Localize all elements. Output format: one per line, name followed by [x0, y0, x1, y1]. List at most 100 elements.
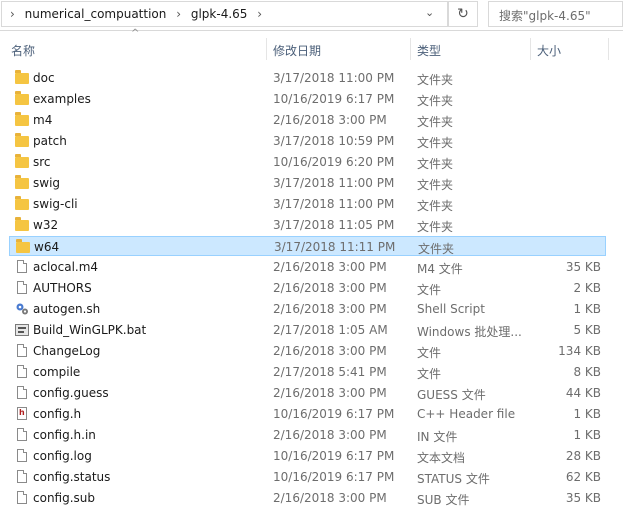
- file-type: 文件夹: [417, 94, 454, 108]
- file-row[interactable]: config.guess 2/16/2018 3:00 PM GUESS 文件 44 …: [9, 383, 606, 403]
- file-date: 10/16/2019 6:17 PM: [273, 449, 395, 463]
- file-size: 35 KB: [565, 260, 601, 274]
- file-size: 1 KB: [573, 428, 601, 442]
- column-header-date[interactable]: 修改日期: [273, 42, 321, 59]
- column-divider[interactable]: [266, 38, 267, 60]
- file-name: config.guess: [33, 386, 109, 400]
- breadcrumb-separator: ›: [176, 7, 182, 21]
- folder-icon: [15, 112, 29, 126]
- file-type: SUB 文件: [417, 493, 470, 507]
- search-box[interactable]: 搜索"glpk-4.65": [488, 1, 623, 27]
- file-type: GUESS 文件: [417, 388, 486, 402]
- file-date: 2/16/2018 3:00 PM: [273, 344, 387, 358]
- file-row[interactable]: m4 2/16/2018 3:00 PM 文件夹: [9, 110, 606, 130]
- file-row[interactable]: examples 10/16/2019 6:17 PM 文件夹: [9, 89, 606, 109]
- file-type: 文件夹: [417, 199, 454, 213]
- file-date: 3/17/2018 11:00 PM: [273, 71, 395, 85]
- file-row[interactable]: w32 3/17/2018 11:05 PM 文件夹: [9, 215, 606, 235]
- file-date: 2/16/2018 3:00 PM: [273, 491, 387, 505]
- file-size: 44 KB: [565, 386, 601, 400]
- folder-icon: [15, 91, 29, 105]
- file-type: 文件夹: [417, 115, 454, 129]
- file-row[interactable]: patch 3/17/2018 10:59 PM 文件夹: [9, 131, 606, 151]
- file-date: 3/17/2018 11:00 PM: [273, 176, 395, 190]
- breadcrumb-separator: ›: [257, 7, 263, 21]
- file-date: 3/17/2018 10:59 PM: [273, 134, 395, 148]
- file-date: 2/16/2018 3:00 PM: [273, 113, 387, 127]
- file-row[interactable]: doc 3/17/2018 11:00 PM 文件夹: [9, 68, 606, 88]
- breadcrumb-item-numerical-compuattion[interactable]: numerical_compuattion: [25, 7, 167, 21]
- file-row[interactable]: aclocal.m4 2/16/2018 3:00 PM M4 文件 35 KB: [9, 257, 606, 277]
- file-type: 文件夹: [417, 220, 454, 234]
- search-input[interactable]: 搜索"glpk-4.65": [499, 7, 591, 24]
- file-row[interactable]: AUTHORS 2/16/2018 3:00 PM 文件 2 KB: [9, 278, 606, 298]
- file-type: 文件夹: [417, 157, 454, 171]
- file-size: 28 KB: [565, 449, 601, 463]
- file-row[interactable]: swig-cli 3/17/2018 11:00 PM 文件夹: [9, 194, 606, 214]
- file-date: 3/17/2018 11:00 PM: [273, 197, 395, 211]
- file-type: 文件夹: [417, 73, 454, 87]
- file-size: 1 KB: [573, 302, 601, 316]
- file-type: 文件: [417, 283, 442, 297]
- folder-icon: [16, 239, 30, 253]
- column-divider[interactable]: [410, 38, 411, 60]
- folder-icon: [15, 196, 29, 210]
- file-row[interactable]: autogen.sh 2/16/2018 3:00 PM Shell Script 1…: [9, 299, 606, 319]
- file-name: compile: [33, 365, 81, 379]
- breadcrumb: › numerical_compuattion › glpk-4.65 ›: [10, 7, 268, 21]
- column-divider[interactable]: [608, 38, 609, 60]
- file-row[interactable]: src 10/16/2019 6:20 PM 文件夹: [9, 152, 606, 172]
- batch-file-icon: [15, 324, 29, 336]
- file-row[interactable]: compile 2/17/2018 5:41 PM 文件 8 KB: [9, 362, 606, 382]
- file-name: Build_WinGLPK.bat: [33, 323, 147, 337]
- file-icon: [17, 491, 27, 504]
- file-size: 5 KB: [573, 323, 601, 337]
- refresh-icon: ↻: [457, 6, 469, 22]
- file-type: 文件: [417, 346, 442, 360]
- file-size: 1 KB: [573, 407, 601, 421]
- file-name: swig: [33, 176, 61, 190]
- column-divider[interactable]: [530, 38, 531, 60]
- file-date: 10/16/2019 6:20 PM: [273, 155, 395, 169]
- address-bar[interactable]: › numerical_compuattion › glpk-4.65 › ⌄: [1, 1, 448, 27]
- file-row[interactable]: ChangeLog 2/16/2018 3:00 PM 文件 134 KB: [9, 341, 606, 361]
- file-icon: [17, 344, 27, 357]
- refresh-button[interactable]: ↻: [448, 1, 478, 27]
- file-row[interactable]: config.sub 2/16/2018 3:00 PM SUB 文件 35 KB: [9, 488, 606, 508]
- file-date: 3/17/2018 11:11 PM: [274, 240, 396, 254]
- folder-icon: [15, 133, 29, 147]
- column-header-type[interactable]: 类型: [417, 42, 441, 59]
- breadcrumb-separator: ›: [10, 7, 15, 21]
- file-name: src: [33, 155, 51, 169]
- file-icon: [17, 470, 27, 483]
- file-row[interactable]: h config.h 10/16/2019 6:17 PM C++ Header fi…: [9, 404, 606, 424]
- file-name: autogen.sh: [33, 302, 101, 316]
- file-row[interactable]: config.log 10/16/2019 6:17 PM 文本文档 28 KB: [9, 446, 606, 466]
- file-name: config.log: [33, 449, 92, 463]
- column-header: 名称 修改日期 类型 大小: [0, 36, 623, 61]
- file-row[interactable]: config.status 10/16/2019 6:17 PM STATUS 文件…: [9, 467, 606, 487]
- file-row[interactable]: Build_WinGLPK.bat 2/17/2018 1:05 AM Window…: [9, 320, 606, 340]
- file-name: ChangeLog: [33, 344, 101, 358]
- column-header-size[interactable]: 大小: [537, 42, 561, 59]
- file-type: 文件夹: [417, 136, 454, 150]
- file-name: config.sub: [33, 491, 96, 505]
- breadcrumb-item-glpk[interactable]: glpk-4.65: [191, 7, 248, 21]
- file-date: 2/17/2018 1:05 AM: [273, 323, 388, 337]
- file-size: 35 KB: [565, 491, 601, 505]
- file-name: aclocal.m4: [33, 260, 99, 274]
- file-type: 文件夹: [418, 242, 455, 256]
- file-date: 2/16/2018 3:00 PM: [273, 302, 387, 316]
- file-type: 文件夹: [417, 178, 454, 192]
- file-row[interactable]: config.h.in 2/16/2018 3:00 PM IN 文件 1 KB: [9, 425, 606, 445]
- file-name: config.h: [33, 407, 82, 421]
- address-dropdown-icon[interactable]: ⌄: [425, 6, 434, 19]
- file-date: 2/16/2018 3:00 PM: [273, 386, 387, 400]
- file-row[interactable]: w64 3/17/2018 11:11 PM 文件夹: [9, 236, 606, 256]
- file-row[interactable]: swig 3/17/2018 11:00 PM 文件夹: [9, 173, 606, 193]
- column-header-name[interactable]: 名称: [11, 42, 35, 59]
- file-type: IN 文件: [417, 430, 458, 444]
- file-name: m4: [33, 113, 53, 127]
- file-name: config.h.in: [33, 428, 96, 442]
- file-icon: [17, 449, 27, 462]
